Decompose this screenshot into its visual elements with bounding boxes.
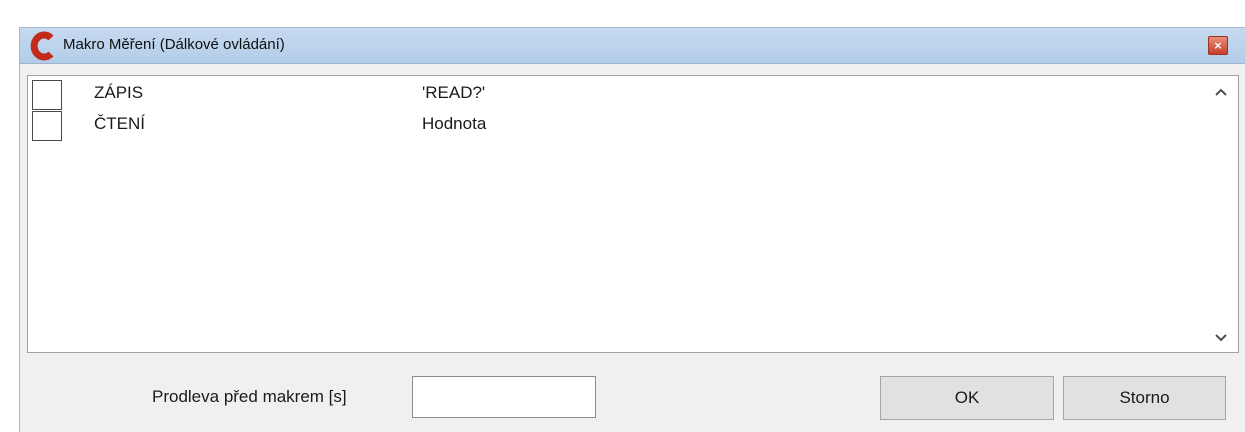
command-name: ZÁPIS xyxy=(94,83,144,102)
page: Makro Měření (Dálkové ovládání) × ZÁPIS … xyxy=(0,0,1245,432)
delay-input[interactable] xyxy=(412,376,596,418)
cancel-button[interactable]: Storno xyxy=(1063,376,1226,420)
close-button[interactable]: × xyxy=(1208,36,1228,55)
title-bar[interactable]: Makro Měření (Dálkové ovládání) × xyxy=(20,28,1245,64)
command-value: 'READ?' xyxy=(422,83,486,102)
chevron-down-icon[interactable] xyxy=(1213,331,1229,345)
chevron-up-icon[interactable] xyxy=(1213,85,1229,99)
c-logo-icon xyxy=(30,31,54,61)
macro-list[interactable]: ZÁPIS 'READ?' ČTENÍ Hodnota xyxy=(27,75,1239,353)
row-checkbox[interactable] xyxy=(32,80,62,110)
ok-button[interactable]: OK xyxy=(880,376,1054,420)
delay-label: Prodleva před makrem [s] xyxy=(152,387,347,406)
window-title: Makro Měření (Dálkové ovládání) xyxy=(63,36,285,53)
macro-dialog: Makro Měření (Dálkové ovládání) × ZÁPIS … xyxy=(19,27,1245,432)
command-name: ČTENÍ xyxy=(94,114,145,133)
row-checkbox[interactable] xyxy=(32,111,62,141)
close-icon: × xyxy=(1213,39,1223,52)
command-value: Hodnota xyxy=(422,114,487,133)
list-item-write[interactable]: ZÁPIS 'READ?' xyxy=(28,80,1208,112)
list-item-read[interactable]: ČTENÍ Hodnota xyxy=(28,111,1208,143)
